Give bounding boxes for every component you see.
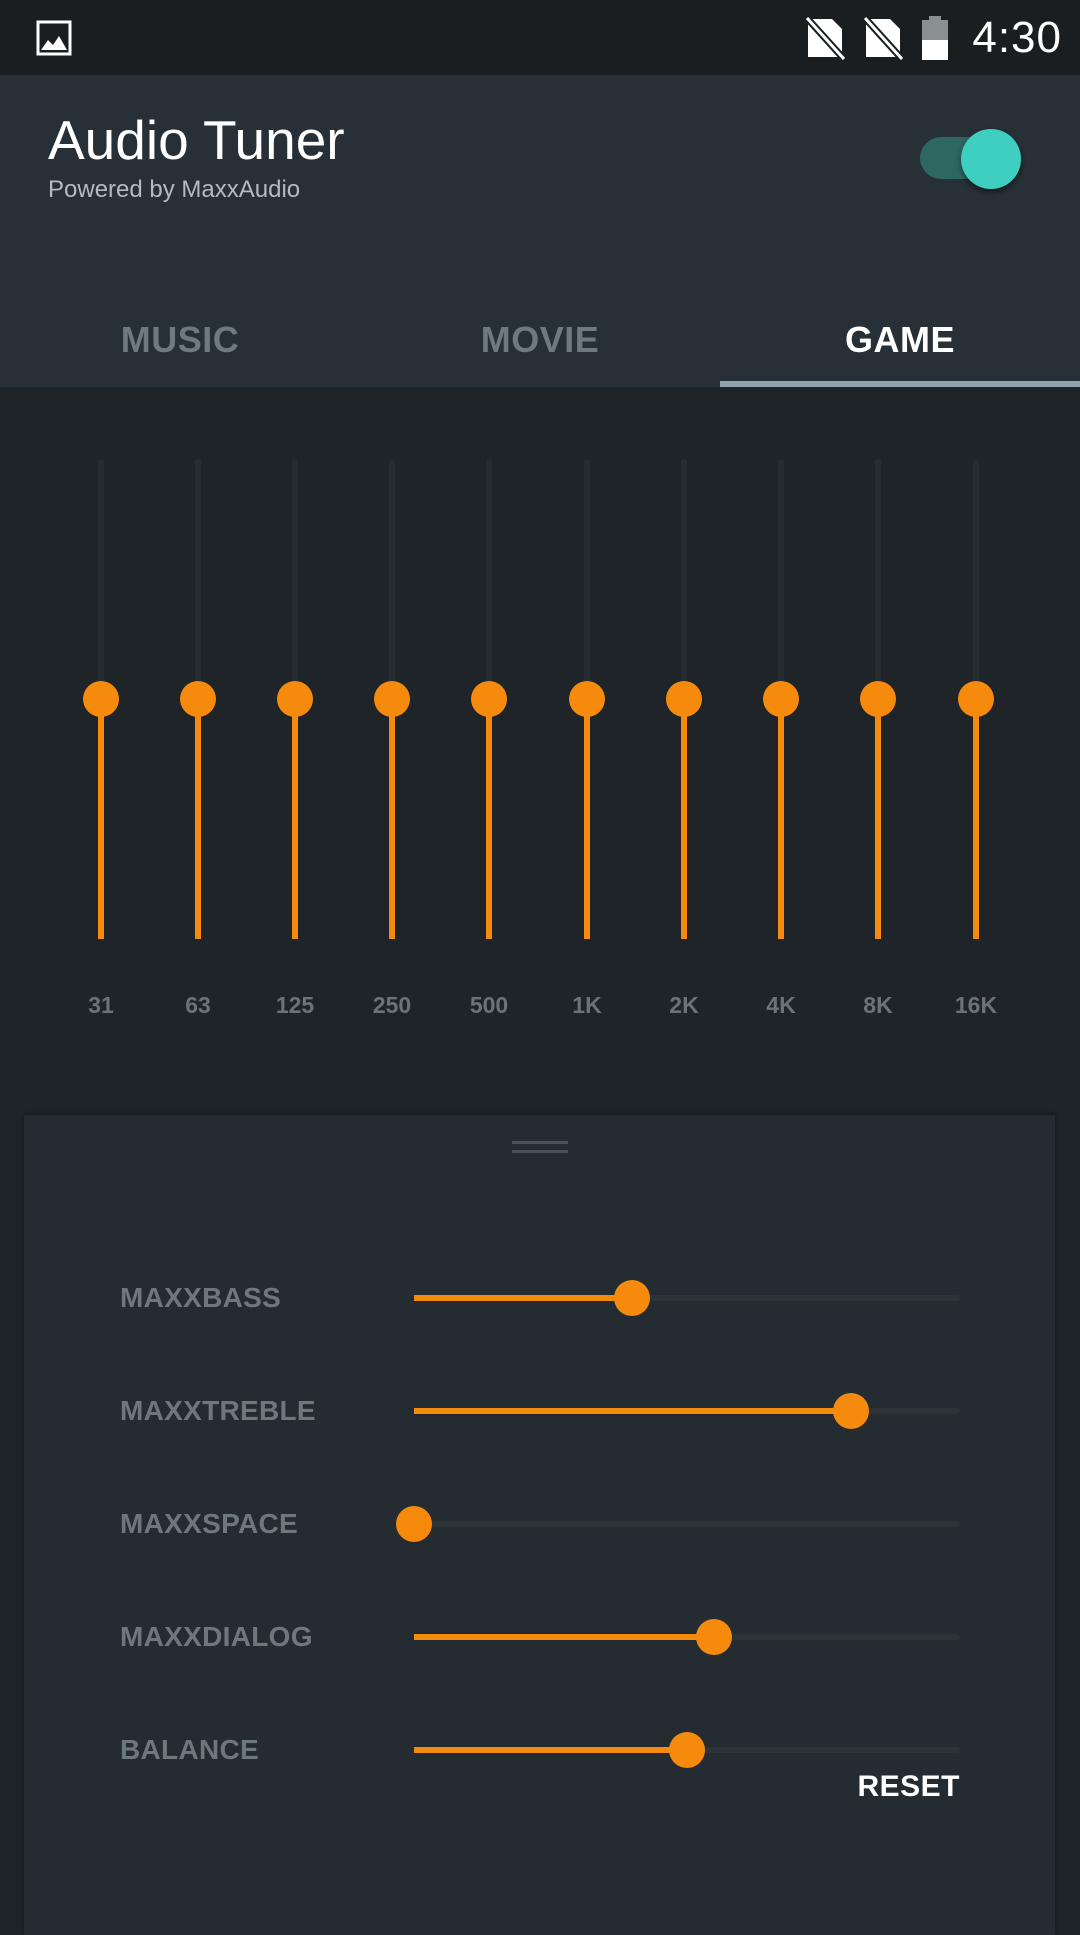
eq-fill bbox=[98, 699, 104, 939]
eq-slider-thumb[interactable] bbox=[860, 681, 896, 717]
eq-fill bbox=[486, 699, 492, 939]
slider-fill bbox=[414, 1634, 715, 1640]
eq-band-label: 16K bbox=[954, 992, 998, 1018]
eq-fill bbox=[875, 699, 881, 939]
eq-fill bbox=[778, 699, 784, 939]
effect-label: MAXXBASS bbox=[120, 1282, 282, 1313]
eq-slider-thumb[interactable] bbox=[763, 681, 799, 717]
slider-fill bbox=[414, 1295, 633, 1301]
eq-band-label: 2K bbox=[669, 992, 699, 1018]
slider-track bbox=[414, 1521, 960, 1527]
effect-row-maxxspace: MAXXSPACE bbox=[24, 1494, 1055, 1554]
effect-label: MAXXDIALOG bbox=[120, 1621, 313, 1652]
eq-band-label: 8K bbox=[863, 992, 893, 1018]
eq-slider-thumb[interactable] bbox=[569, 681, 605, 717]
equalizer: 31 63 125 250 500 1K 2K 4K 8K 16K bbox=[0, 387, 1080, 1107]
eq-band: 250 bbox=[352, 387, 432, 1047]
slider-thumb[interactable] bbox=[832, 1393, 869, 1429]
eq-band: 16K bbox=[936, 387, 1016, 1047]
eq-band-label: 31 bbox=[88, 992, 114, 1018]
slider-fill bbox=[414, 1408, 851, 1414]
eq-slider-thumb[interactable] bbox=[277, 681, 313, 717]
battery-icon bbox=[922, 15, 949, 60]
eq-fill bbox=[195, 699, 201, 939]
eq-band: 63 bbox=[158, 387, 238, 1047]
slider-thumb[interactable] bbox=[614, 1280, 651, 1316]
effect-row-maxxtreble: MAXXTREBLE bbox=[24, 1381, 1055, 1441]
app-title: Audio Tuner bbox=[48, 109, 345, 171]
app-subtitle: Powered by MaxxAudio bbox=[48, 176, 301, 203]
eq-fill bbox=[681, 699, 687, 939]
maxxtreble-slider[interactable] bbox=[414, 1381, 984, 1441]
status-bar: 4:30 bbox=[0, 0, 1080, 75]
slider-fill bbox=[414, 1747, 687, 1753]
eq-band-label: 4K bbox=[766, 992, 796, 1018]
eq-slider-thumb[interactable] bbox=[180, 681, 216, 717]
effect-label: MAXXSPACE bbox=[120, 1508, 298, 1539]
eq-band-label: 63 bbox=[185, 992, 211, 1018]
eq-fill bbox=[584, 699, 590, 939]
drag-handle[interactable] bbox=[512, 1135, 568, 1159]
eq-fill bbox=[973, 699, 979, 939]
preset-tabs: MUSIC MOVIE GAME bbox=[0, 292, 1080, 387]
status-icons: 4:30 bbox=[804, 0, 1062, 75]
gallery-icon bbox=[36, 20, 72, 56]
effect-label: MAXXTREBLE bbox=[120, 1395, 316, 1426]
eq-band: 1K bbox=[547, 387, 627, 1047]
slider-thumb[interactable] bbox=[396, 1506, 432, 1542]
slider-thumb[interactable] bbox=[696, 1619, 733, 1655]
eq-slider-thumb[interactable] bbox=[374, 681, 410, 717]
tab-movie[interactable]: MOVIE bbox=[360, 292, 720, 387]
toggle-knob bbox=[961, 129, 1021, 189]
reset-button[interactable]: RESET bbox=[857, 1770, 960, 1804]
eq-band: 500 bbox=[449, 387, 529, 1047]
maxxdialog-slider[interactable] bbox=[414, 1607, 984, 1667]
effects-panel: MAXXBASS MAXXTREBLE MAXXSPACE MAXXDIALOG BAL… bbox=[24, 1115, 1055, 1935]
effect-row-maxxdialog: MAXXDIALOG bbox=[24, 1607, 1055, 1667]
eq-slider-thumb[interactable] bbox=[83, 681, 119, 717]
tab-music[interactable]: MUSIC bbox=[0, 292, 360, 387]
slider-thumb[interactable] bbox=[669, 1732, 705, 1768]
maxxbass-slider[interactable] bbox=[414, 1268, 984, 1328]
effect-label: BALANCE bbox=[120, 1734, 259, 1765]
tab-game[interactable]: GAME bbox=[720, 292, 1080, 387]
eq-band-label: 125 bbox=[275, 992, 315, 1018]
no-sim-icon bbox=[804, 14, 847, 61]
maxxspace-slider[interactable] bbox=[396, 1494, 984, 1554]
eq-slider-thumb[interactable] bbox=[666, 681, 702, 717]
eq-fill bbox=[292, 699, 298, 939]
eq-band-label: 250 bbox=[372, 992, 412, 1018]
eq-band: 125 bbox=[255, 387, 335, 1047]
eq-band-label: 1K bbox=[572, 992, 602, 1018]
eq-fill bbox=[389, 699, 395, 939]
eq-band: 31 bbox=[61, 387, 141, 1047]
eq-band-label: 500 bbox=[469, 992, 509, 1018]
eq-slider-thumb[interactable] bbox=[958, 681, 994, 717]
app-header: Audio Tuner Powered by MaxxAudio MUSIC M… bbox=[0, 75, 1080, 387]
no-sim-icon bbox=[862, 14, 905, 61]
eq-slider-thumb[interactable] bbox=[471, 681, 507, 717]
status-time: 4:30 bbox=[972, 12, 1062, 62]
audio-tuner-toggle[interactable] bbox=[918, 127, 1024, 189]
effect-row-maxxbass: MAXXBASS bbox=[24, 1268, 1055, 1328]
eq-band: 8K bbox=[838, 387, 918, 1047]
eq-band: 4K bbox=[741, 387, 821, 1047]
eq-band: 2K bbox=[644, 387, 724, 1047]
